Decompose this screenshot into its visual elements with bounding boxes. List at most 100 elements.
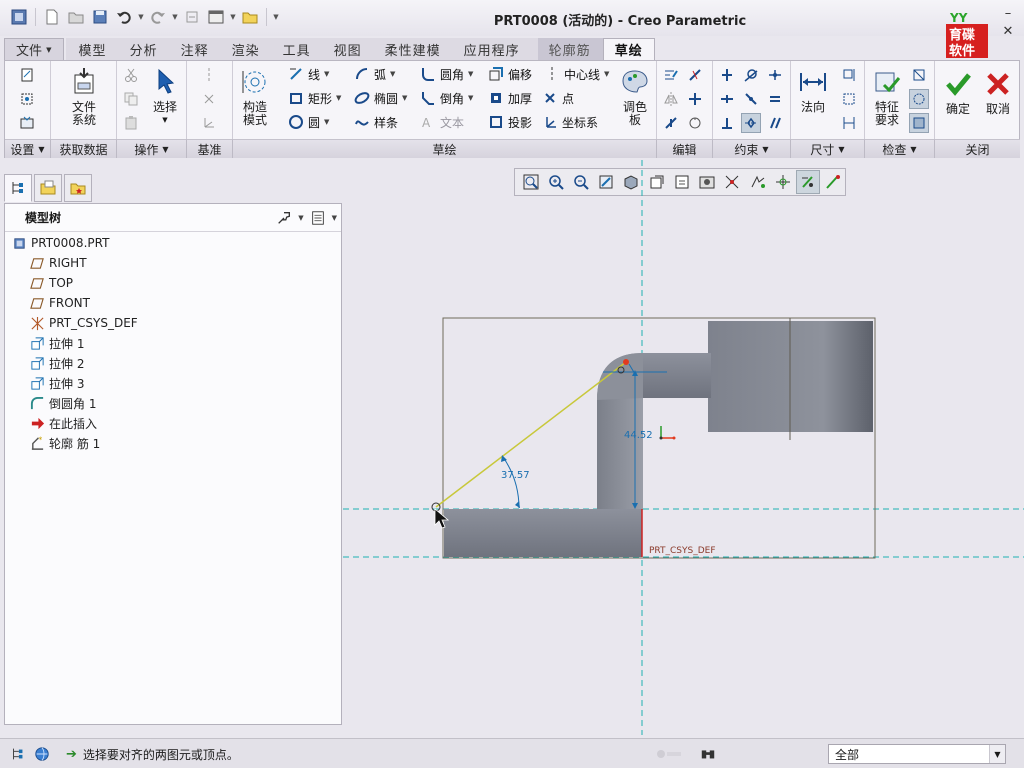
group-label-inspect[interactable]: 检查 ▼ [865, 139, 935, 158]
save-icon[interactable] [89, 6, 111, 28]
thicken-button[interactable]: 加厚 [487, 89, 532, 107]
point-button[interactable]: 点 [541, 89, 574, 107]
find-icon[interactable] [698, 745, 718, 763]
favorites-tab-icon[interactable] [64, 174, 92, 202]
horizontal-constraint-icon[interactable] [717, 89, 737, 109]
spline-button[interactable]: 样条 [353, 113, 398, 131]
tree-item-round-1[interactable]: 倒圆角 1 [29, 393, 96, 413]
angle-dimension[interactable]: 37.57 [501, 470, 530, 481]
selection-filter[interactable]: 全部 ▼ [828, 744, 1006, 764]
tab-annotate[interactable]: 注释 [170, 38, 221, 60]
copy-icon[interactable] [121, 89, 141, 109]
model-tree-tab-icon[interactable] [4, 174, 32, 202]
group-label-setup[interactable]: 设置 ▼ [5, 139, 51, 158]
vertical-dimension[interactable]: 44.52 [624, 430, 653, 441]
fillet-button[interactable]: 圆角 ▼ [419, 65, 473, 83]
filter-dropdown-icon[interactable]: ▼ [989, 745, 1005, 763]
midpoint-constraint-icon[interactable] [765, 65, 785, 85]
tab-profile-rib[interactable]: 轮廓筋 [537, 38, 603, 60]
highlight-open-ends-icon[interactable] [909, 89, 929, 109]
undo-icon[interactable] [113, 6, 135, 28]
text-button[interactable]: A 文本 [419, 113, 464, 131]
tree-settings-icon[interactable] [274, 208, 294, 228]
sketch-endpoint-top[interactable] [623, 359, 629, 365]
tab-analysis[interactable]: 分析 [119, 38, 170, 60]
tree-item-profile-rib[interactable]: * 轮廓 筋 1 [29, 433, 100, 453]
vertical-constraint-icon[interactable] [717, 65, 737, 85]
equal-constraint-icon[interactable] [765, 89, 785, 109]
arc-button[interactable]: 弧 ▼ [353, 65, 395, 83]
datum-centerline-icon[interactable] [199, 65, 219, 85]
cut-icon[interactable] [121, 65, 141, 85]
line-button[interactable]: 线 ▼ [287, 65, 329, 83]
group-label-constrain[interactable]: 约束 ▼ [713, 139, 791, 158]
tab-applications[interactable]: 应用程序 [453, 38, 532, 60]
tree-item-front[interactable]: FRONT [29, 293, 90, 313]
feature-requirements-button[interactable]: 特征 要求 [867, 65, 907, 127]
offset-button[interactable]: 偏移 [487, 65, 532, 83]
windows-dropdown-icon[interactable]: ▼ [229, 6, 237, 28]
group-label-dimension[interactable]: 尺寸 ▼ [791, 139, 865, 158]
ellipse-button[interactable]: 椭圆 ▼ [353, 89, 407, 107]
folder-browser-tab-icon[interactable] [34, 174, 62, 202]
paste-icon[interactable] [121, 113, 141, 133]
close-icon[interactable]: ✕ [998, 24, 1018, 39]
graphics-canvas[interactable]: 44.52 37.57 PRT_CSYS_DEF [343, 160, 1024, 735]
sketch-view-icon[interactable] [17, 113, 37, 133]
tree-columns-dropdown-icon[interactable]: ▼ [332, 214, 337, 222]
tree-item-extrude-3[interactable]: 拉伸 3 [29, 373, 84, 393]
baseline-dimension-icon[interactable] [839, 113, 859, 133]
tree-columns-icon[interactable] [308, 208, 328, 228]
minimize-icon[interactable]: – [998, 6, 1018, 21]
close-window-icon[interactable] [239, 6, 261, 28]
tree-item-extrude-2[interactable]: 拉伸 2 [29, 353, 84, 373]
overlapping-geometry-icon[interactable] [909, 65, 929, 85]
parallel-constraint-icon[interactable] [765, 113, 785, 133]
tree-settings-dropdown-icon[interactable]: ▼ [298, 214, 303, 222]
select-button[interactable]: 选择 ▼ [147, 65, 183, 127]
app-icon[interactable] [8, 6, 30, 28]
tree-item-csys[interactable]: PRT_CSYS_DEF [29, 313, 138, 333]
select-dropdown-icon[interactable]: ▼ [162, 114, 167, 127]
tree-item-insert-here[interactable]: 在此插入 [29, 413, 97, 433]
reference-icon[interactable] [17, 89, 37, 109]
csys-button[interactable]: 坐标系 [541, 113, 598, 131]
tree-item-extrude-1[interactable]: 拉伸 1 [29, 333, 84, 353]
coincident-constraint-icon[interactable] [741, 89, 761, 109]
perimeter-dimension-icon[interactable] [839, 65, 859, 85]
normal-dimension-button[interactable]: 法向 [795, 65, 831, 114]
construction-mode-button[interactable]: 构造 模式 [235, 65, 275, 127]
shade-closed-loops-icon[interactable] [909, 113, 929, 133]
tree-item-part[interactable]: PRT0008.PRT [11, 233, 109, 253]
browser-toggle-icon[interactable] [32, 744, 52, 764]
tab-model[interactable]: 模型 [68, 38, 119, 60]
chamfer-button[interactable]: 倒角 ▼ [419, 89, 473, 107]
cancel-button[interactable]: 取消 [979, 67, 1017, 116]
tab-flexible-modeling[interactable]: 柔性建模 [374, 38, 453, 60]
rotate-resize-icon[interactable] [685, 113, 705, 133]
navigator-toggle-icon[interactable] [8, 744, 28, 764]
tab-tools[interactable]: 工具 [272, 38, 323, 60]
undo-dropdown-icon[interactable]: ▼ [137, 6, 145, 28]
datum-csys-icon[interactable] [199, 113, 219, 133]
windows-icon[interactable] [205, 6, 227, 28]
tab-sketch[interactable]: 草绘 [602, 38, 655, 60]
redo-icon[interactable] [147, 6, 169, 28]
perpendicular-constraint-icon[interactable] [717, 113, 737, 133]
reference-dimension-icon[interactable] [839, 89, 859, 109]
tab-file[interactable]: 文件 ▼ [4, 38, 64, 60]
divide-icon[interactable] [685, 65, 705, 85]
tangent-constraint-icon[interactable] [741, 65, 761, 85]
new-icon[interactable] [41, 6, 63, 28]
file-system-button[interactable]: 文件 系统 [65, 65, 103, 127]
centerline-button[interactable]: 中心线 ▼ [543, 65, 609, 83]
modify-icon[interactable] [661, 65, 681, 85]
regenerate-icon[interactable] [181, 6, 203, 28]
corner-icon[interactable] [661, 113, 681, 133]
tree-item-right[interactable]: RIGHT [29, 253, 87, 273]
customize-qat-icon[interactable]: ▼ [272, 6, 280, 28]
tab-view[interactable]: 视图 [323, 38, 374, 60]
delete-segment-icon[interactable] [685, 89, 705, 109]
datum-point-icon[interactable] [199, 89, 219, 109]
ok-button[interactable]: 确定 [939, 67, 977, 116]
